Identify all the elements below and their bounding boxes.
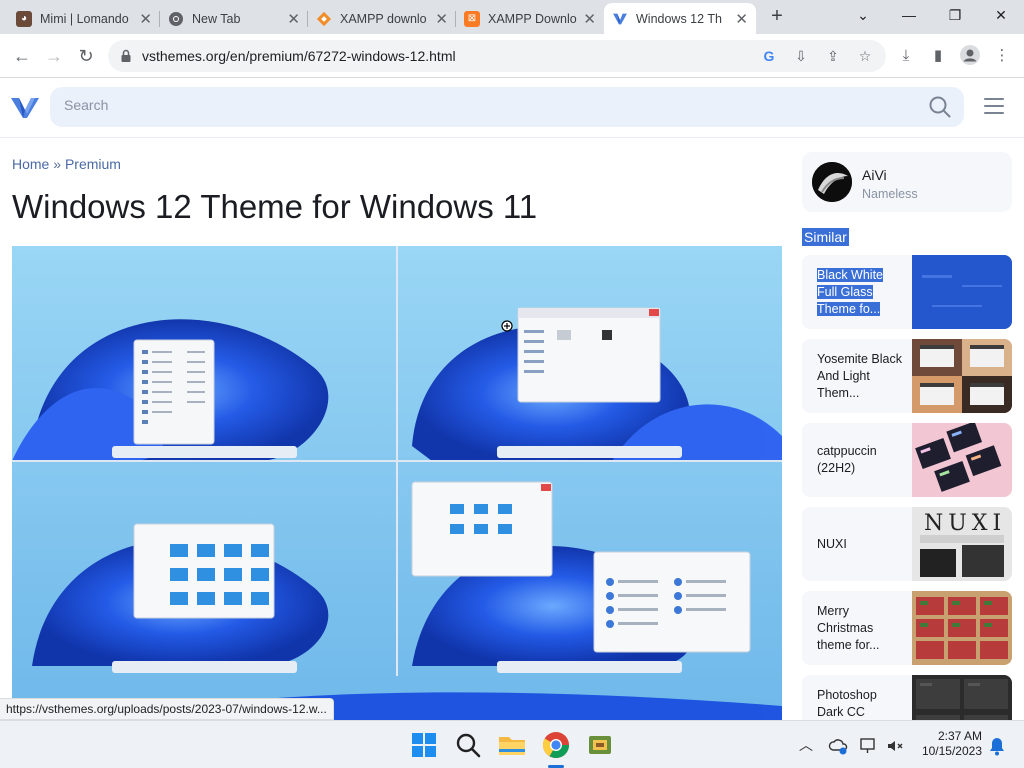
new-tab-button[interactable]: + (765, 5, 789, 29)
minimize-button[interactable]: — (886, 0, 932, 30)
tab-xampp-download-2[interactable]: ⊠ XAMPP Downlo ✕ (456, 3, 604, 34)
app-window-icon[interactable] (584, 729, 616, 761)
tab-mimi[interactable]: ◕ Mimi | Lomando ✕ (8, 3, 160, 34)
windows-start-icon[interactable] (408, 729, 440, 761)
network-monitor-icon[interactable] (858, 735, 880, 757)
breadcrumb-separator: » (53, 156, 62, 172)
tab-title: XAMPP downlo (340, 11, 427, 26)
nuxi-thumbnail-text: NUXI (924, 511, 1007, 536)
similar-item-thumbnail[interactable] (912, 255, 1012, 329)
tab-search-chevron-icon[interactable]: ⌄ (840, 0, 886, 30)
browser-tab-strip: ◕ Mimi | Lomando ✕ New Tab ✕ XAMPP downl… (0, 0, 1024, 34)
profile-avatar-icon[interactable] (958, 44, 982, 68)
tab-title: New Tab (192, 11, 241, 26)
site-search-box[interactable] (50, 87, 964, 127)
address-bar[interactable]: vsthemes.org/en/premium/67272-windows-12… (108, 40, 886, 72)
bookmark-star-icon[interactable]: ☆ (854, 45, 876, 67)
close-window-button[interactable]: ✕ (978, 0, 1024, 30)
tab-windows-12-theme[interactable]: Windows 12 Th ✕ (604, 3, 756, 34)
similar-item-thumbnail[interactable] (912, 423, 1012, 497)
url-text[interactable]: vsthemes.org/en/premium/67272-windows-12… (142, 48, 456, 64)
lock-icon[interactable] (118, 48, 134, 64)
xampp-icon: ⊠ (464, 10, 480, 27)
similar-item[interactable]: Photoshop Dark CC (802, 675, 1012, 720)
close-tab-icon[interactable]: ✕ (139, 10, 152, 28)
tab-title: Windows 12 Th (636, 11, 722, 26)
similar-item[interactable]: Black White Full Glass Theme fo... (802, 255, 1012, 329)
search-icon[interactable] (452, 729, 484, 761)
restore-button[interactable]: ❐ (932, 0, 978, 30)
similar-item-thumbnail[interactable] (912, 339, 1012, 413)
close-tab-icon[interactable]: ✕ (435, 10, 448, 28)
downloads-icon[interactable]: ⤓ (894, 44, 918, 68)
close-tab-icon[interactable]: ✕ (735, 10, 748, 28)
show-hidden-icons-chevron-icon[interactable]: ︿ (795, 735, 817, 757)
file-explorer-icon[interactable] (496, 729, 528, 761)
close-tab-icon[interactable]: ✕ (583, 10, 596, 28)
breadcrumb: Home » Premium (12, 156, 121, 172)
vsthemes-logo-icon[interactable] (10, 93, 40, 121)
volume-muted-icon[interactable] (884, 735, 906, 757)
onedrive-icon[interactable] (828, 735, 850, 757)
tab-title: Mimi | Lomando (40, 11, 129, 26)
tab-title: XAMPP Downlo (488, 11, 577, 26)
similar-item-title[interactable]: Yosemite Black And Light Them... (817, 351, 903, 402)
similar-item[interactable]: Merry Christmas theme for... (802, 591, 1012, 665)
theme-preview-image[interactable] (12, 246, 782, 720)
similar-item-title[interactable]: Photoshop Dark CC (817, 687, 903, 720)
similar-item-title[interactable]: Black White Full Glass Theme fo... (817, 268, 883, 316)
similar-heading: Similar (802, 228, 849, 246)
notification-bell-icon[interactable] (986, 735, 1008, 757)
windows-taskbar: ︿ 2:37 AM 10/15/2023 (0, 720, 1024, 768)
google-lens-icon[interactable]: G (758, 45, 780, 67)
search-input[interactable] (64, 97, 904, 113)
chrome-icon[interactable] (540, 729, 572, 761)
breadcrumb-premium-link[interactable]: Premium (65, 156, 121, 172)
similar-item-thumbnail[interactable] (912, 675, 1012, 720)
back-arrow-icon[interactable]: ← (8, 42, 36, 70)
forward-arrow-icon[interactable]: → (40, 42, 68, 70)
similar-item[interactable]: Yosemite Black And Light Them... (802, 339, 1012, 413)
tab-new-tab[interactable]: New Tab ✕ (160, 3, 308, 34)
vsthemes-logo-icon (612, 11, 628, 27)
similar-item[interactable]: NUXI NUXI (802, 507, 1012, 581)
similar-item[interactable]: catppuccin (22H2) (802, 423, 1012, 497)
author-role: Nameless (862, 187, 918, 201)
tab-xampp-download-1[interactable]: XAMPP downlo ✕ (308, 3, 456, 34)
breadcrumb-home-link[interactable]: Home (12, 156, 49, 172)
similar-item-title[interactable]: Merry Christmas theme for... (817, 603, 903, 654)
xampp-diamond-icon (316, 11, 332, 27)
search-icon[interactable] (928, 95, 952, 119)
author-card[interactable]: AiVi Nameless (802, 152, 1012, 212)
similar-item-thumbnail[interactable] (912, 591, 1012, 665)
author-name[interactable]: AiVi (862, 167, 887, 183)
similar-item-title[interactable]: NUXI (817, 536, 903, 553)
reload-icon[interactable]: ↻ (72, 42, 100, 70)
clock-time: 2:37 AM (937, 729, 982, 743)
system-clock[interactable]: 2:37 AM 10/15/2023 (922, 729, 982, 759)
anime-avatar-icon: ◕ (16, 10, 32, 27)
chrome-icon (168, 11, 184, 27)
hamburger-menu-icon[interactable] (984, 98, 1004, 114)
close-tab-icon[interactable]: ✕ (287, 10, 300, 28)
menu-kebab-icon[interactable]: ⋮ (990, 44, 1014, 68)
share-icon[interactable]: ⇪ (822, 45, 844, 67)
side-panel-icon[interactable]: ▮ (926, 44, 950, 68)
browser-toolbar: ← → ↻ vsthemes.org/en/premium/67272-wind… (0, 34, 1024, 78)
clock-date: 10/15/2023 (921, 744, 982, 758)
site-header (0, 78, 1024, 138)
install-app-icon[interactable]: ⇩ (790, 45, 812, 67)
similar-item-title[interactable]: catppuccin (22H2) (817, 443, 903, 477)
author-avatar[interactable] (812, 162, 852, 202)
link-status-bubble: https://vsthemes.org/uploads/posts/2023-… (0, 698, 334, 720)
page-title: Windows 12 Theme for Windows 11 (12, 188, 538, 225)
